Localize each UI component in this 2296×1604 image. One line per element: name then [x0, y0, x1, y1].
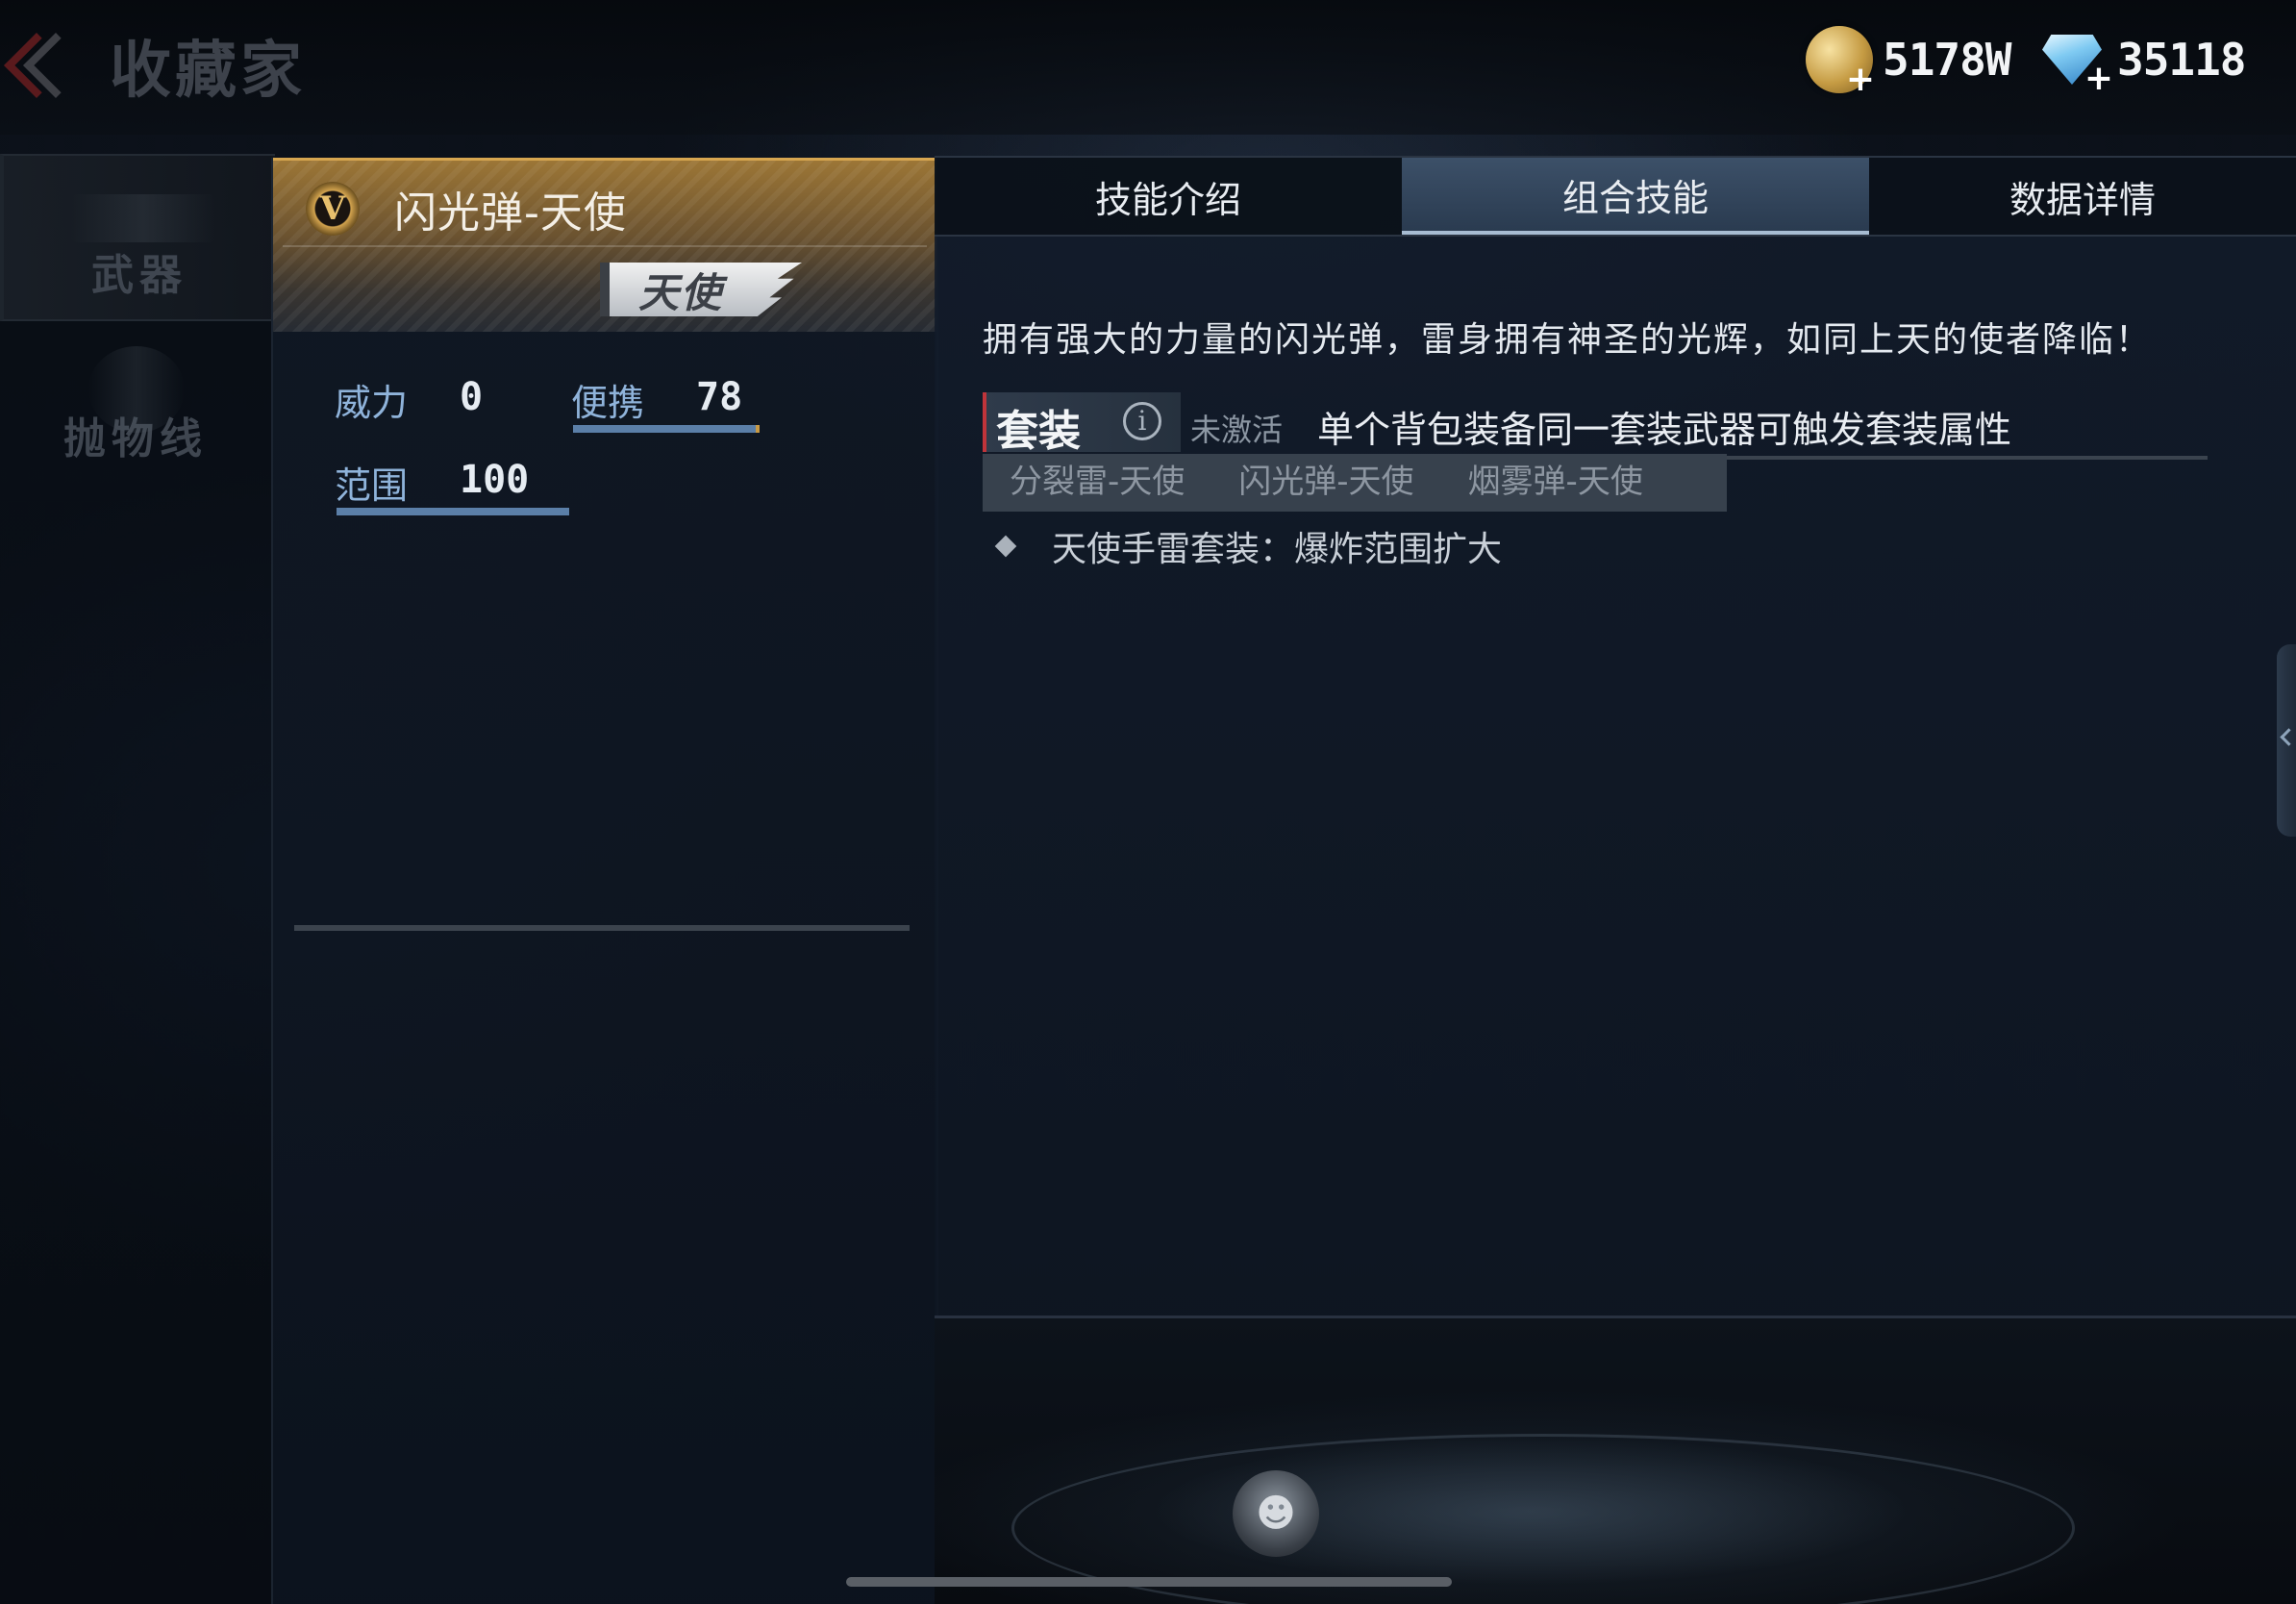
- diamond-value: 35118: [2117, 34, 2246, 86]
- set-item: 烟雾弹-天使: [1467, 463, 1643, 501]
- stat-power: 威力 0: [335, 373, 585, 440]
- back-button[interactable]: [0, 27, 88, 100]
- category-sidebar: 武器 抛物线: [0, 154, 275, 1604]
- skill-description: 拥有强大的力量的闪光弹，雷身拥有神圣的光辉，如同上天的使者降临！: [983, 320, 2153, 360]
- diamond-icon: [2036, 31, 2113, 98]
- tier-v-icon: V: [306, 182, 360, 236]
- diamond-currency[interactable]: 35118: [2036, 21, 2246, 98]
- tab-data-details[interactable]: 数据详情: [1869, 158, 2296, 235]
- stat-bar: [337, 508, 569, 515]
- set-items-list: 分裂雷-天使 闪光弹-天使 烟雾弹-天使: [983, 454, 1727, 512]
- stat-label: 便携: [571, 382, 645, 424]
- weapon-name: 闪光弹-天使: [394, 188, 627, 238]
- set-status: 未激活: [1190, 412, 1284, 448]
- info-icon[interactable]: i: [1123, 402, 1161, 440]
- stat-label: 威力: [335, 382, 409, 424]
- rifle-icon: [71, 194, 215, 242]
- divider: [283, 245, 927, 247]
- weapon-header: V 闪光弹-天使 天使: [273, 158, 936, 332]
- series-badge: 天使: [600, 263, 802, 316]
- stat-portability: 便携 78: [571, 373, 783, 440]
- gold-coin-icon: [1806, 26, 1875, 99]
- bullet-icon: [994, 535, 1017, 558]
- sidebar-item-throwables[interactable]: 抛物线: [0, 319, 271, 483]
- set-item: 分裂雷-天使: [1010, 463, 1185, 501]
- set-bonus: 天使手雷套装：爆炸范围扩大: [994, 517, 1503, 575]
- sidebar-item-label: 武器: [91, 251, 187, 300]
- gold-currency[interactable]: 5178W: [1806, 21, 2011, 99]
- tab-combo-skill[interactable]: 组合技能: [1402, 158, 1869, 235]
- divider: [294, 925, 910, 931]
- set-tag[interactable]: 套装 i: [983, 392, 1181, 456]
- top-bar: 收藏家 5178W 35118: [0, 0, 2296, 135]
- grenade-icon: [88, 346, 185, 433]
- gorilla-emblem-icon[interactable]: ☻: [1233, 1470, 1319, 1557]
- skills-panel: 技能介绍 组合技能 数据详情 拥有强大的力量的闪光弹，雷身拥有神圣的光辉，如同上…: [935, 156, 2296, 1316]
- set-bonus-text: 天使手雷套装：爆炸范围扩大: [1052, 530, 1503, 569]
- stat-value: 0: [460, 375, 484, 419]
- set-label: 套装: [996, 407, 1081, 456]
- tab-skill-intro[interactable]: 技能介绍: [935, 158, 1402, 235]
- tab-bar: 技能介绍 组合技能 数据详情: [935, 156, 2296, 237]
- stat-value: 78: [696, 375, 743, 419]
- showcase-stage: ☻: [935, 1316, 2296, 1604]
- page-title: 收藏家: [110, 36, 306, 107]
- gold-value: 5178W: [1883, 34, 2011, 86]
- set-item: 闪光弹-天使: [1238, 463, 1414, 501]
- stat-range: 范围 100: [335, 456, 585, 523]
- set-hint: 单个背包装备同一套装武器可触发套装属性: [1317, 409, 2012, 451]
- stat-label: 范围: [335, 464, 409, 507]
- home-indicator[interactable]: [846, 1577, 1452, 1587]
- stat-bar: [573, 425, 760, 433]
- set-row: 套装 i 未激活 单个背包装备同一套装武器可触发套装属性: [983, 392, 2208, 460]
- series-badge-label: 天使: [638, 268, 724, 316]
- stat-value: 100: [460, 458, 530, 502]
- side-drawer-handle[interactable]: [2277, 644, 2296, 837]
- sidebar-item-weapons[interactable]: 武器: [0, 154, 275, 321]
